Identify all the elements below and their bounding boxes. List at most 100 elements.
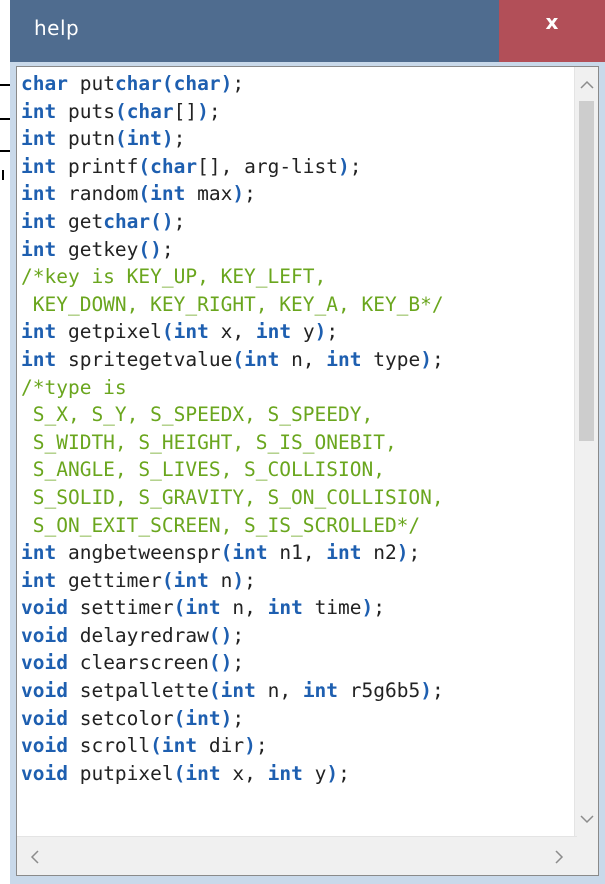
code-text: x, [220,761,268,785]
background-window-mark [0,118,10,120]
code-line: int getchar(); [21,208,571,236]
code-keyword: int [267,761,303,785]
code-line: S_SOLID, S_GRAVITY, S_ON_COLLISION, [21,484,571,512]
code-keyword: ( [161,568,174,592]
title-bar[interactable]: help x [10,0,605,62]
code-keyword: int [150,182,186,206]
code-text: n1, [267,541,327,565]
code-keyword: void [21,761,68,785]
code-keyword: ( [173,761,186,785]
code-text: r5g6b5 [338,679,421,703]
code-keyword: int [185,706,221,730]
code-keyword: int [21,209,57,233]
close-icon: x [545,10,559,34]
chevron-left-icon[interactable] [23,845,46,868]
code-text: y [302,761,327,785]
code-keyword: void [21,706,68,730]
code-text: ; [349,154,362,178]
code-line: S_ANGLE, S_LIVES, S_COLLISION, [21,456,571,484]
chevron-right-icon[interactable] [548,845,571,868]
code-listing: char putchar(char); int puts(char[]); int … [21,70,571,835]
close-button[interactable]: x [499,0,605,62]
code-keyword: ( [208,679,221,703]
code-keyword: char [103,209,151,233]
code-keyword: ( [114,127,127,151]
code-text: ; [173,127,186,151]
code-keyword: int [173,568,209,592]
code-text: ; [338,761,350,785]
code-keyword: ) [232,182,245,206]
code-keyword: ) [197,99,209,123]
code-keyword: void [21,679,68,703]
code-comment: S_ON_EXIT_SCREEN, S_IS_SCROLLED*/ [21,513,421,537]
code-keyword: ( [138,182,151,206]
chevron-up-icon[interactable] [575,73,598,96]
code-line: int random(int max); [21,180,571,208]
code-keyword: int [161,734,198,758]
code-text: n, [279,347,327,371]
code-line: char putchar(char); [21,70,571,98]
code-keyword: ( [114,99,127,123]
code-text: ; [232,72,245,95]
code-keyword: int [21,568,57,592]
help-window: help x char putchar(char); int puts(char[… [10,0,605,884]
code-text: ; [431,347,444,371]
code-keyword: ) [220,72,233,95]
code-text: putpixel [67,761,174,785]
vertical-scroll-thumb[interactable] [579,101,594,441]
code-line: int spritegetvalue(int n, int type); [21,346,571,374]
code-keyword: void [21,623,68,647]
code-text: putn [56,127,115,151]
code-keyword: ) [244,734,256,758]
code-text: x, [208,320,256,344]
code-keyword: () [138,237,162,261]
code-text: get [56,209,104,233]
code-line: void putpixel(int x, int y); [21,760,571,788]
code-keyword: int [21,127,57,151]
code-keyword: ( [220,541,233,565]
code-text: max [185,182,233,206]
code-keyword: int [244,347,280,371]
code-text: n [208,568,233,592]
code-keyword: () [150,209,174,233]
code-keyword: int [267,596,303,620]
code-text: ; [244,568,256,592]
code-keyword: int [126,127,162,151]
code-line: S_WIDTH, S_HEIGHT, S_IS_ONEBIT, [21,429,571,457]
code-keyword: char [114,72,162,95]
code-line: void setpallette(int n, int r5g6b5); [21,677,571,705]
background-window-mark [0,84,10,86]
code-line: int puts(char[]); [21,98,571,126]
code-line: int gettimer(int n); [21,567,571,595]
code-comment: /*type is [21,375,127,399]
code-keyword: int [302,679,339,703]
code-keyword: int [21,99,57,123]
code-text: ; [326,320,339,344]
code-text: scroll [67,734,151,758]
code-line: int putn(int); [21,125,571,153]
vertical-scrollbar[interactable] [574,67,598,837]
code-line: void scroll(int dir); [21,732,571,760]
code-text: ; [255,734,268,758]
code-text: gettimer [56,568,162,592]
code-keyword: ) [232,568,245,592]
horizontal-scrollbar[interactable] [17,836,577,875]
code-line: /*key is KEY_UP, KEY_LEFT, [21,263,571,291]
code-comment: S_WIDTH, S_HEIGHT, S_IS_ONEBIT, [21,430,397,454]
chevron-down-icon[interactable] [575,808,598,831]
code-line: S_X, S_Y, S_SPEEDX, S_SPEEDY, [21,401,571,429]
code-keyword: ) [420,679,432,703]
code-keyword: ) [361,596,374,620]
code-keyword: int [21,237,57,261]
code-keyword: ) [161,127,174,151]
code-comment: S_ANGLE, S_LIVES, S_COLLISION, [21,458,385,482]
code-line: int printf(char[], arg-list); [21,153,571,181]
code-line: S_ON_EXIT_SCREEN, S_IS_SCROLLED*/ [21,512,571,540]
code-keyword: char [21,72,68,95]
code-keyword: () [208,651,233,675]
code-keyword: char [126,99,174,123]
code-keyword: ) [396,541,409,565]
help-text-area[interactable]: char putchar(char); int puts(char[]); int … [16,66,599,876]
code-keyword: int [21,541,57,565]
code-keyword: char [150,154,198,178]
